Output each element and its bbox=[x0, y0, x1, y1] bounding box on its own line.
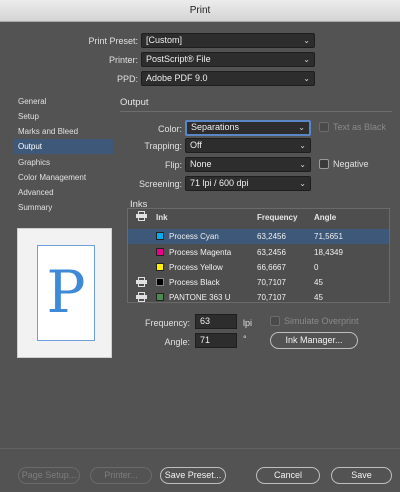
screening-value: 71 lpi / 600 dpi bbox=[190, 178, 249, 188]
simulate-overprint-label: Simulate Overprint bbox=[284, 316, 359, 326]
ink-angle: 0 bbox=[314, 263, 319, 272]
frequency-label: Frequency: bbox=[144, 318, 190, 328]
ink-name: Process Black bbox=[169, 278, 220, 287]
output-section-title: Output bbox=[120, 97, 149, 108]
ink-angle: 71,5651 bbox=[314, 232, 343, 241]
text-as-black-checkbox[interactable] bbox=[319, 122, 329, 132]
chevron-down-icon: ⌄ bbox=[303, 36, 310, 45]
window-titlebar: Print bbox=[0, 0, 400, 22]
ink-name: PANTONE 363 U bbox=[169, 293, 231, 302]
ink-frequency: 63,2456 bbox=[257, 248, 286, 257]
screening-dropdown[interactable]: 71 lpi / 600 dpi ⌄ bbox=[185, 176, 311, 191]
printer-label: Printer: bbox=[108, 55, 138, 65]
ink-frequency: 70,7107 bbox=[257, 278, 286, 287]
chevron-down-icon: ⌄ bbox=[299, 179, 306, 188]
printer-icon[interactable] bbox=[136, 292, 147, 302]
ink-name: Process Cyan bbox=[169, 232, 219, 241]
chevron-down-icon: ⌄ bbox=[299, 141, 306, 150]
ink-frequency: 70,7107 bbox=[257, 293, 286, 302]
ink-row-process-magenta[interactable]: Process Magenta 63,2456 18,4349 bbox=[128, 245, 389, 260]
screening-label: Screening: bbox=[138, 179, 182, 189]
black-swatch bbox=[156, 278, 164, 286]
trapping-value: Off bbox=[190, 140, 202, 150]
ink-row-pantone-363-u[interactable]: PANTONE 363 U 70,7107 45 bbox=[128, 290, 389, 305]
negative-label: Negative bbox=[333, 159, 369, 169]
sidebar-item-advanced[interactable]: Advanced bbox=[13, 185, 113, 200]
ink-angle: 18,4349 bbox=[314, 248, 343, 257]
ink-name: Process Yellow bbox=[169, 263, 223, 272]
cyan-swatch bbox=[156, 232, 164, 240]
sidebar-item-marks-and-bleed[interactable]: Marks and Bleed bbox=[13, 124, 113, 139]
angle-column-header: Angle bbox=[314, 213, 337, 222]
section-divider bbox=[120, 111, 392, 112]
ink-manager-button[interactable]: Ink Manager... bbox=[270, 332, 358, 349]
printer-icon bbox=[136, 211, 147, 221]
ink-row-process-cyan[interactable]: Process Cyan 63,2456 71,5651 bbox=[128, 229, 389, 244]
frequency-column-header: Frequency bbox=[257, 213, 298, 222]
cancel-button[interactable]: Cancel bbox=[256, 467, 320, 484]
save-preset-button[interactable]: Save Preset... bbox=[160, 467, 226, 484]
sidebar-item-graphics[interactable]: Graphics bbox=[13, 155, 113, 170]
negative-checkbox[interactable] bbox=[319, 159, 329, 169]
printer-button[interactable]: Printer... bbox=[90, 467, 152, 484]
angle-label: Angle: bbox=[164, 337, 190, 347]
preview-page: P bbox=[37, 245, 95, 341]
printer-dropdown[interactable]: PostScript® File ⌄ bbox=[141, 52, 315, 67]
flip-label: Flip: bbox=[164, 160, 182, 170]
sidebar: General Setup Marks and Bleed Output Gra… bbox=[13, 92, 113, 222]
angle-input[interactable]: 71 bbox=[195, 333, 237, 348]
inks-table-header: Ink Frequency Angle bbox=[128, 209, 389, 225]
color-label: Color: bbox=[157, 124, 182, 134]
preview-letter: P bbox=[46, 258, 86, 326]
simulate-overprint-checkbox[interactable] bbox=[270, 316, 280, 326]
ink-column-header: Ink bbox=[156, 213, 168, 222]
chevron-down-icon: ⌄ bbox=[298, 123, 305, 132]
sidebar-item-color-management[interactable]: Color Management bbox=[13, 170, 113, 185]
ink-name: Process Magenta bbox=[169, 248, 232, 257]
window-title: Print bbox=[189, 5, 211, 16]
ppd-value: Adobe PDF 9.0 bbox=[146, 73, 208, 83]
page-preview: P bbox=[17, 228, 112, 358]
ppd-label: PPD: bbox=[116, 74, 138, 84]
ink-frequency: 63,2456 bbox=[257, 232, 286, 241]
sidebar-item-setup[interactable]: Setup bbox=[13, 109, 113, 124]
ppd-dropdown[interactable]: Adobe PDF 9.0 ⌄ bbox=[141, 71, 315, 86]
frequency-unit: lpi bbox=[243, 318, 253, 328]
ink-angle: 45 bbox=[314, 278, 323, 287]
inks-table: Ink Frequency Angle Process Cyan 63,2456… bbox=[127, 208, 390, 303]
print-preset-dropdown[interactable]: [Custom] ⌄ bbox=[141, 33, 315, 48]
flip-value: None bbox=[190, 159, 212, 169]
chevron-down-icon: ⌄ bbox=[303, 55, 310, 64]
ink-row-process-yellow[interactable]: Process Yellow 66,6667 0 bbox=[128, 260, 389, 275]
sidebar-item-general[interactable]: General bbox=[13, 94, 113, 109]
yellow-swatch bbox=[156, 263, 164, 271]
sidebar-item-summary[interactable]: Summary bbox=[13, 200, 113, 215]
angle-unit: ° bbox=[243, 334, 247, 344]
ink-frequency: 66,6667 bbox=[257, 263, 286, 272]
print-preset-label: Print Preset: bbox=[88, 36, 138, 46]
printer-icon[interactable] bbox=[136, 277, 147, 287]
color-dropdown[interactable]: Separations ⌄ bbox=[185, 120, 311, 136]
ink-row-process-black[interactable]: Process Black 70,7107 45 bbox=[128, 275, 389, 290]
save-button[interactable]: Save bbox=[331, 467, 392, 484]
chevron-down-icon: ⌄ bbox=[303, 74, 310, 83]
bottom-divider bbox=[0, 448, 400, 449]
pantone-swatch bbox=[156, 293, 164, 301]
flip-dropdown[interactable]: None ⌄ bbox=[185, 157, 311, 172]
trapping-label: Trapping: bbox=[144, 141, 182, 151]
chevron-down-icon: ⌄ bbox=[299, 160, 306, 169]
text-as-black-label: Text as Black bbox=[333, 122, 387, 132]
ink-angle: 45 bbox=[314, 293, 323, 302]
trapping-dropdown[interactable]: Off ⌄ bbox=[185, 138, 311, 153]
page-setup-button[interactable]: Page Setup... bbox=[18, 467, 80, 484]
color-value: Separations bbox=[191, 122, 240, 132]
sidebar-item-output[interactable]: Output bbox=[13, 139, 113, 154]
magenta-swatch bbox=[156, 248, 164, 256]
frequency-input[interactable]: 63 bbox=[195, 314, 237, 329]
printer-value: PostScript® File bbox=[146, 54, 211, 64]
print-preset-value: [Custom] bbox=[146, 35, 183, 45]
